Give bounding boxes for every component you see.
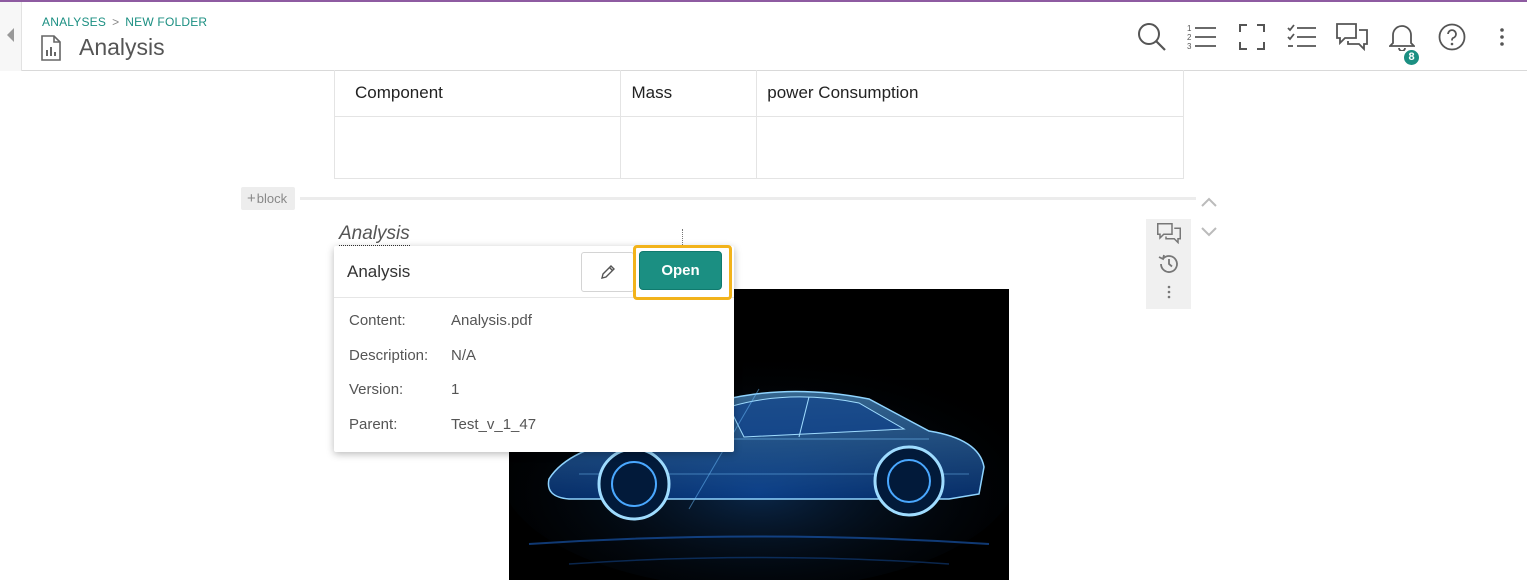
chevron-up-icon [1201, 197, 1217, 207]
comments-icon [1336, 22, 1368, 51]
app-header: ANALYSES > NEW FOLDER Analysis 1 2 3 8 [0, 2, 1527, 71]
svg-text:2: 2 [1187, 33, 1192, 42]
popup-header: Analysis Open [334, 245, 734, 300]
column-header[interactable]: power Consumption [756, 70, 1184, 117]
plus-icon: + [247, 190, 256, 207]
analysis-file-link[interactable]: Analysis [339, 223, 410, 246]
breadcrumb: ANALYSES > NEW FOLDER [42, 15, 207, 29]
checklist-icon [1287, 23, 1316, 47]
content-table: Component Mass power Consumption [333, 70, 1184, 179]
property-value: Test_v_1_47 [451, 415, 537, 433]
page-title: Analysis [79, 34, 165, 60]
numbered-list-icon: 1 2 3 [1187, 24, 1216, 51]
more-vertical-icon [1500, 27, 1504, 46]
toolbar: 1 2 3 8 [1127, 2, 1527, 71]
property-label: Content: [349, 312, 406, 329]
help-icon [1438, 23, 1466, 50]
property-label: Description: [349, 346, 429, 364]
more-vertical-icon [1167, 285, 1170, 299]
block-divider [300, 197, 1196, 200]
block-comments-button[interactable] [1146, 223, 1191, 244]
property-value: Analysis.pdf [451, 312, 532, 329]
add-block-button[interactable]: + block [241, 187, 296, 210]
property-label: Version: [349, 381, 404, 398]
outline-button[interactable]: 1 2 3 [1177, 12, 1227, 62]
property-row: Version: 1 [349, 381, 536, 416]
history-icon [1158, 254, 1178, 273]
table-cell[interactable] [620, 115, 758, 179]
breadcrumb-item-analyses[interactable]: ANALYSES [42, 15, 106, 29]
table-cell[interactable] [756, 115, 1184, 179]
block-more-button[interactable] [1146, 285, 1191, 299]
notification-badge: 8 [1403, 48, 1420, 66]
breadcrumb-item-folder[interactable]: NEW FOLDER [125, 15, 207, 29]
property-value: 1 [451, 381, 460, 398]
fullscreen-button[interactable] [1227, 12, 1277, 62]
fullscreen-icon [1239, 23, 1265, 50]
column-header[interactable]: Component [333, 70, 622, 117]
comments-icon [1156, 223, 1181, 244]
table-row [333, 115, 1184, 179]
property-row: Parent: Test_v_1_47 [349, 416, 536, 451]
move-up-button[interactable] [1200, 195, 1218, 213]
file-properties: Content: Analysis.pdf Description: N/A V… [349, 312, 536, 450]
file-details-popup: Analysis Open Content: Analysis.pdf Desc… [334, 245, 734, 452]
comments-button[interactable] [1327, 12, 1377, 62]
sidebar-collapse-tab[interactable] [0, 2, 22, 71]
page-title-area: Analysis [40, 34, 165, 61]
search-button[interactable] [1127, 12, 1177, 62]
tasks-button[interactable] [1277, 12, 1327, 62]
table-header-row: Component Mass power Consumption [333, 70, 1184, 117]
property-value: N/A [451, 346, 477, 364]
block-side-tools [1146, 219, 1191, 309]
open-button[interactable]: Open [639, 251, 722, 290]
property-row: Description: N/A [349, 347, 536, 382]
add-block-label: block [256, 191, 288, 206]
popup-title: Analysis [347, 262, 411, 281]
chevron-down-icon [1201, 227, 1217, 237]
help-button[interactable] [1427, 12, 1477, 62]
search-icon [1138, 22, 1166, 51]
block-history-button[interactable] [1146, 253, 1191, 275]
bell-icon [1389, 24, 1415, 51]
move-down-button[interactable] [1200, 225, 1218, 243]
svg-text:1: 1 [1187, 24, 1192, 33]
svg-text:3: 3 [1187, 42, 1192, 51]
column-header[interactable]: Mass [620, 70, 758, 117]
property-label: Parent: [349, 415, 398, 433]
caret-left-icon [7, 28, 14, 42]
more-menu-button[interactable] [1477, 12, 1527, 62]
pencil-icon [600, 265, 615, 279]
chevron-right-icon: > [112, 15, 120, 29]
table-cell[interactable] [333, 115, 622, 179]
report-document-icon [41, 34, 61, 61]
edit-button[interactable] [581, 252, 634, 292]
notifications-button[interactable]: 8 [1377, 12, 1427, 66]
property-row: Content: Analysis.pdf [349, 312, 536, 347]
